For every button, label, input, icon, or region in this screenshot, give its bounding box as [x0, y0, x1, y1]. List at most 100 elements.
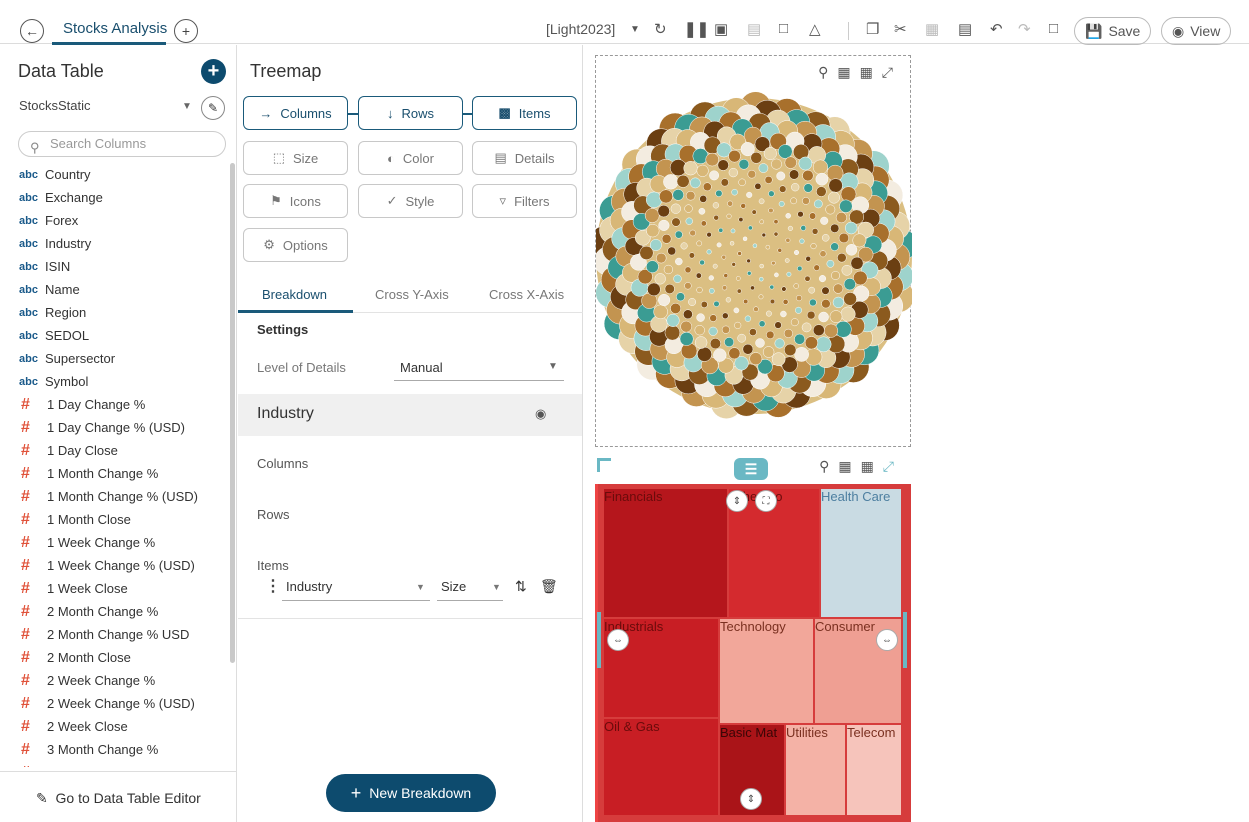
- pack-bubble[interactable]: [744, 315, 752, 322]
- treemap-visual[interactable]: ☰ ⚲▦▦⤢ Financials Other Go Health Care I…: [595, 452, 911, 822]
- pack-bubble[interactable]: [839, 199, 853, 213]
- pack-bubble[interactable]: [726, 213, 732, 219]
- save-button[interactable]: 💾 Save: [1074, 17, 1152, 45]
- pack-bubble[interactable]: [779, 185, 787, 193]
- pack-bubble[interactable]: [758, 198, 765, 205]
- column-item[interactable]: #1 Month Close: [0, 508, 231, 531]
- copy-icon[interactable]: ❐: [866, 20, 879, 38]
- column-item[interactable]: abc Supersector: [0, 347, 231, 370]
- pack-bubble[interactable]: [829, 310, 843, 323]
- pack-bubble[interactable]: [644, 208, 660, 223]
- pack-bubble[interactable]: [802, 197, 810, 205]
- vertical-resize-handle-icon[interactable]: ⇕: [726, 490, 748, 512]
- column-item[interactable]: #1 Month Change % (USD): [0, 485, 231, 508]
- delete-icon[interactable]: ▤: [958, 20, 972, 38]
- pack-bubble[interactable]: [709, 170, 720, 181]
- pack-bubble[interactable]: [818, 275, 827, 283]
- resize-corner-top-left[interactable]: [597, 458, 611, 472]
- pack-bubble[interactable]: [712, 202, 720, 209]
- pack-bubble[interactable]: [837, 252, 847, 263]
- pack-bubble[interactable]: [666, 313, 680, 327]
- cut-icon[interactable]: ✂: [894, 20, 907, 38]
- pack-bubble[interactable]: [758, 294, 764, 300]
- pack-bubble[interactable]: [750, 151, 763, 164]
- pack-bubble[interactable]: [685, 217, 693, 225]
- bookmark-icon[interactable]: □: [779, 20, 788, 37]
- pack-bubble[interactable]: [766, 330, 775, 340]
- column-item[interactable]: #1 Day Change % (USD): [0, 416, 231, 439]
- pack-bubble[interactable]: [740, 203, 746, 209]
- pack-bubble[interactable]: [706, 232, 712, 238]
- pack-bubble[interactable]: [759, 276, 764, 282]
- horizontal-resize-handle-icon[interactable]: ⇔: [607, 629, 629, 651]
- pack-bubble[interactable]: [802, 169, 814, 182]
- pack-bubble[interactable]: [823, 323, 839, 338]
- pack-bubble[interactable]: [713, 300, 720, 307]
- pack-bubble[interactable]: [738, 159, 750, 170]
- pack-bubble[interactable]: [816, 186, 827, 197]
- column-item[interactable]: #2 Week Close: [0, 715, 231, 738]
- pack-bubble[interactable]: [821, 234, 830, 242]
- pack-bubble[interactable]: [765, 244, 771, 250]
- pack-bubble[interactable]: [738, 217, 744, 223]
- pack-bubble[interactable]: [778, 144, 793, 159]
- search-columns-input[interactable]: ⚲ Search Columns: [18, 131, 226, 157]
- pack-bubble[interactable]: [805, 256, 811, 262]
- pack-bubble[interactable]: [683, 309, 693, 320]
- pack-bubble[interactable]: [742, 343, 754, 355]
- pack-bubble[interactable]: [721, 325, 730, 334]
- column-item[interactable]: abc Name: [0, 278, 231, 301]
- pack-bubble[interactable]: [705, 152, 719, 167]
- pack-bubble[interactable]: [784, 258, 790, 263]
- pack-bubble[interactable]: [769, 298, 776, 305]
- pack-bubble[interactable]: [663, 174, 679, 190]
- pack-bubble[interactable]: [797, 211, 804, 218]
- pack-bubble[interactable]: [795, 306, 802, 314]
- pack-bubble[interactable]: [713, 348, 727, 362]
- pack-bubble[interactable]: [695, 272, 702, 279]
- circle-pack-chart[interactable]: [596, 56, 912, 448]
- column-item[interactable]: #2 Month Change % USD: [0, 623, 231, 646]
- pack-bubble[interactable]: [806, 310, 816, 320]
- theme-chevron-down-icon[interactable]: ▼: [630, 24, 640, 35]
- pack-bubble[interactable]: [803, 183, 813, 193]
- pack-bubble[interactable]: [830, 223, 840, 233]
- pack-bubble[interactable]: [657, 204, 670, 218]
- redo-icon[interactable]: ↷: [1018, 20, 1031, 38]
- item-measure-chevron-icon[interactable]: ▼: [492, 582, 501, 592]
- pack-bubble[interactable]: [773, 219, 779, 225]
- pack-bubble[interactable]: [734, 321, 742, 329]
- column-item[interactable]: abc Industry: [0, 232, 231, 255]
- pack-bubble[interactable]: [787, 225, 793, 231]
- pack-bubble[interactable]: [689, 177, 701, 189]
- tab-breakdown[interactable]: Breakdown: [262, 287, 327, 302]
- pack-bubble[interactable]: [755, 338, 765, 348]
- pack-bubble[interactable]: [768, 190, 775, 197]
- pack-bubble[interactable]: [828, 191, 840, 204]
- color-variable-button[interactable]: ◐ Color: [358, 141, 463, 175]
- column-item[interactable]: abc Country: [0, 163, 231, 186]
- pack-bubble[interactable]: [696, 240, 703, 247]
- pack-bubble[interactable]: [694, 336, 708, 349]
- pack-bubble[interactable]: [747, 169, 757, 179]
- pack-bubble[interactable]: [758, 320, 766, 328]
- pack-bubble[interactable]: [730, 228, 736, 234]
- pack-bubble[interactable]: [810, 243, 817, 250]
- pack-bubble[interactable]: [664, 283, 675, 294]
- data-source-chevron-icon[interactable]: ▼: [182, 101, 192, 112]
- fullscreen-handle-icon[interactable]: ⛶: [755, 490, 777, 512]
- pack-bubble[interactable]: [654, 273, 666, 285]
- snapshot-icon[interactable]: ▣: [714, 20, 728, 38]
- go-to-editor-button[interactable]: ✎ Go to Data Table Editor: [0, 771, 237, 822]
- items-variable-button[interactable]: ▩ Items: [472, 96, 577, 130]
- pack-bubble[interactable]: [674, 230, 683, 239]
- pack-bubble[interactable]: [675, 257, 683, 266]
- undo-icon[interactable]: ↶: [990, 20, 1003, 38]
- pack-bubble[interactable]: [731, 262, 736, 267]
- pack-bubble[interactable]: [759, 263, 764, 269]
- pack-bubble[interactable]: [758, 163, 769, 173]
- pack-bubble[interactable]: [763, 146, 777, 161]
- pause-icon[interactable]: ❚❚: [684, 20, 709, 38]
- bell-icon[interactable]: △: [809, 20, 821, 38]
- pack-bubble[interactable]: [789, 169, 800, 180]
